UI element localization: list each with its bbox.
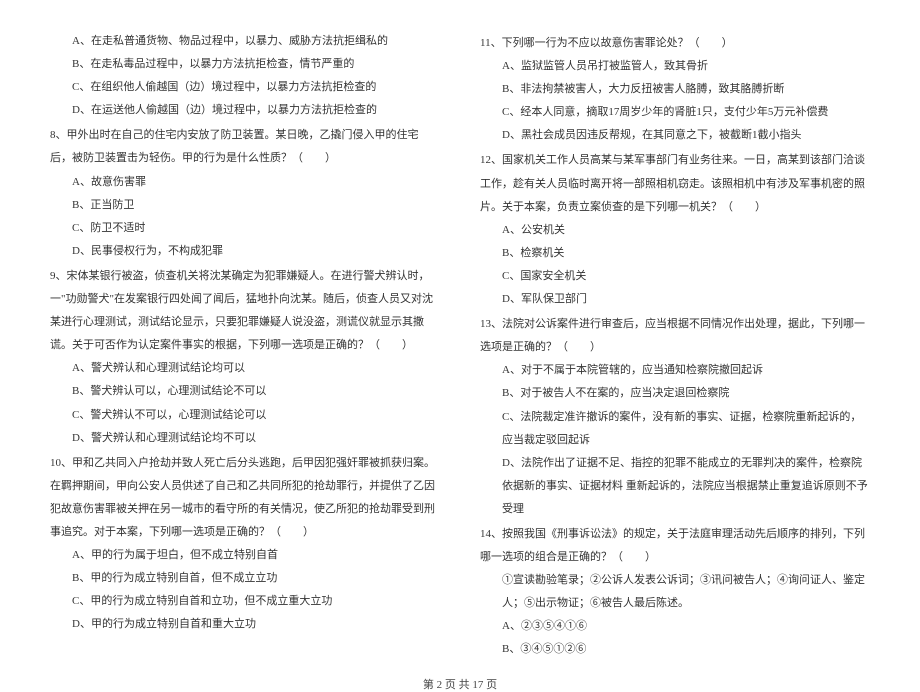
q12-option-b: B、检察机关	[480, 242, 870, 265]
q11-option-d: D、黑社会成员因违反帮规，在其同意之下，被截断1截小指头	[480, 124, 870, 147]
q10-option-a: A、甲的行为属于坦白，但不成立特别自首	[50, 544, 440, 567]
page-body: A、在走私普通货物、物品过程中，以暴力、威胁方法抗拒缉私的 B、在走私毒品过程中…	[0, 0, 920, 672]
q8-stem: 8、甲外出时在自己的住宅内安放了防卫装置。某日晚，乙撬门侵入甲的住宅后，被防卫装…	[50, 124, 440, 170]
q9-option-d: D、警犬辨认和心理测试结论均不可以	[50, 427, 440, 450]
q13-option-a: A、对于不属于本院管辖的，应当通知检察院撤回起诉	[480, 359, 870, 382]
q12-option-a: A、公安机关	[480, 219, 870, 242]
q8-option-a: A、故意伤害罪	[50, 171, 440, 194]
q12-option-d: D、军队保卫部门	[480, 288, 870, 311]
q9-option-b: B、警犬辨认可以，心理测试结论不可以	[50, 380, 440, 403]
q14-stem: 14、按照我国《刑事诉讼法》的规定，关于法庭审理活动先后顺序的排列，下列哪一选项…	[480, 523, 870, 569]
q13-option-b: B、对于被告人不在案的，应当决定退回检察院	[480, 382, 870, 405]
q7-option-b: B、在走私毒品过程中，以暴力方法抗拒检查，情节严重的	[50, 53, 440, 76]
q14-list: ①宣读勘验笔录；②公诉人发表公诉词；③讯问被告人；④询问证人、鉴定人；⑤出示物证…	[480, 569, 870, 615]
left-column: A、在走私普通货物、物品过程中，以暴力、威胁方法抗拒缉私的 B、在走私毒品过程中…	[50, 30, 440, 662]
q13-option-d: D、法院作出了证据不足、指控的犯罪不能成立的无罪判决的案件，检察院依据新的事实、…	[480, 452, 870, 521]
q11-option-a: A、监狱监管人员吊打被监管人，致其骨折	[480, 55, 870, 78]
q10-stem: 10、甲和乙共同入户抢劫并致人死亡后分头逃跑，后甲因犯强奸罪被抓获归案。在羁押期…	[50, 452, 440, 544]
q9-option-a: A、警犬辨认和心理测试结论均可以	[50, 357, 440, 380]
q12-option-c: C、国家安全机关	[480, 265, 870, 288]
q8-option-b: B、正当防卫	[50, 194, 440, 217]
q9-stem: 9、宋体某银行被盗，侦查机关将沈某确定为犯罪嫌疑人。在进行警犬辨认时，一"功勋警…	[50, 265, 440, 357]
right-column: 11、下列哪一行为不应以故意伤害罪论处？（ ） A、监狱监管人员吊打被监管人，致…	[480, 30, 870, 662]
q14-option-a: A、②③⑤④①⑥	[480, 615, 870, 638]
q9-option-c: C、警犬辨认不可以，心理测试结论可以	[50, 404, 440, 427]
q7-option-c: C、在组织他人偷越国（边）境过程中，以暴力方法抗拒检查的	[50, 76, 440, 99]
q11-stem: 11、下列哪一行为不应以故意伤害罪论处？（ ）	[480, 32, 870, 55]
q10-option-c: C、甲的行为成立特别自首和立功，但不成立重大立功	[50, 590, 440, 613]
q8-option-d: D、民事侵权行为，不构成犯罪	[50, 240, 440, 263]
q11-option-c: C、经本人同意，摘取17周岁少年的肾脏1只，支付少年5万元补偿费	[480, 101, 870, 124]
q10-option-b: B、甲的行为成立特别自首，但不成立立功	[50, 567, 440, 590]
q7-option-a: A、在走私普通货物、物品过程中，以暴力、威胁方法抗拒缉私的	[50, 30, 440, 53]
q12-stem: 12、国家机关工作人员高某与某军事部门有业务往来。一日，高某到该部门洽谈工作，趁…	[480, 149, 870, 218]
q7-option-d: D、在运送他人偷越国（边）境过程中，以暴力方法抗拒检查的	[50, 99, 440, 122]
q8-option-c: C、防卫不适时	[50, 217, 440, 240]
q13-option-c: C、法院裁定准许撤诉的案件，没有新的事实、证据，检察院重新起诉的，应当裁定驳回起…	[480, 406, 870, 452]
q11-option-b: B、非法拘禁被害人，大力反扭被害人胳膊，致其胳膊折断	[480, 78, 870, 101]
page-footer: 第 2 页 共 17 页	[0, 676, 920, 692]
q13-stem: 13、法院对公诉案件进行审查后，应当根据不同情况作出处理，据此，下列哪一选项是正…	[480, 313, 870, 359]
q10-option-d: D、甲的行为成立特别自首和重大立功	[50, 613, 440, 636]
